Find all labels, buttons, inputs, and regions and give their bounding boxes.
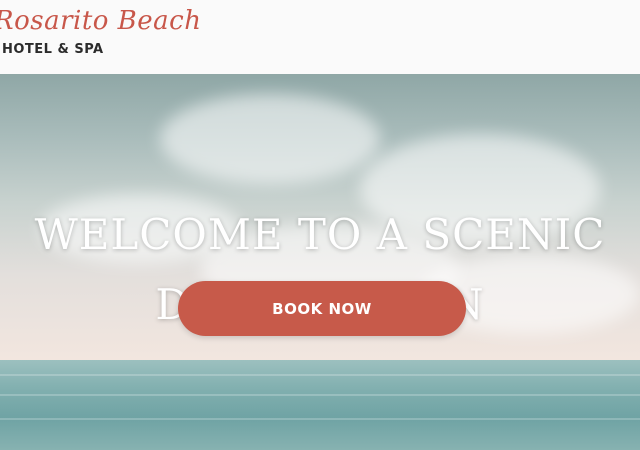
hero-title-line1: WELCOME TO A SCENIC [34,210,606,259]
hero-banner: WELCOME TO A SCENIC DESTINATION [0,74,640,450]
book-now-button[interactable]: BOOK NOW [178,281,466,336]
logo-script-text[interactable]: Rosarito Beach [0,6,201,36]
wave-line [0,374,640,376]
wave-line [0,418,640,420]
site-header: Rosarito Beach HOTEL & SPA [0,0,640,74]
cloud-shape [160,94,380,184]
wave-line [0,394,640,396]
hero-sea-background [0,360,640,450]
logo-subtitle[interactable]: HOTEL & SPA [2,42,104,57]
